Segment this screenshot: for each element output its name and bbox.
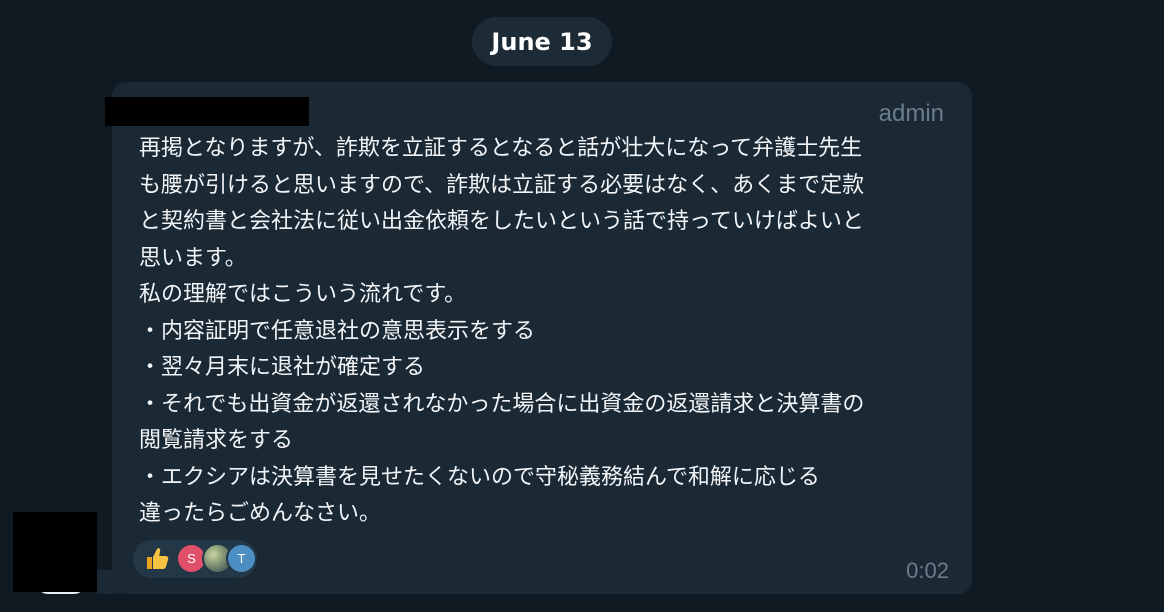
sender-name-redacted: [105, 97, 309, 126]
date-separator[interactable]: June 13: [472, 17, 612, 66]
avatar-redacted[interactable]: [13, 512, 97, 592]
reactor-avatar-t[interactable]: T: [226, 543, 257, 574]
sender-role-label: admin: [878, 100, 944, 127]
message-timestamp: 0:02: [906, 558, 949, 583]
message-line: ・エクシアは決算書を見せたくないので守秘義務結んで和解に応じる: [139, 464, 820, 490]
chat-area: June 13 admin 再掲となりますが、詐欺を立証するとなると話が壮大にな…: [0, 0, 1164, 612]
message-line: 私の理解ではこういう流れです。: [139, 282, 467, 307]
message-line: 思います。: [139, 245, 247, 271]
message-line: ・内容証明で任意退社の意思表示をする: [139, 318, 536, 344]
message-line: 再掲となりますが、詐欺を立証するとなると話が壮大になって弁護士先生: [139, 136, 863, 161]
message-line: ・それでも出資金が返還されなかった場合に出資金の返還請求と決算書の: [139, 391, 865, 417]
message-line: 違ったらごめんなさい。: [139, 501, 382, 526]
thumbs-up-icon[interactable]: [143, 545, 171, 573]
message-line: と契約書と会社法に従い出金依頼をしたいという話で持っていけばよいと: [139, 209, 864, 234]
message-text: 再掲となりますが、詐欺を立証するとなると話が壮大になって弁護士先生 も腰が引ける…: [139, 131, 959, 533]
message-line: ・翌々月末に退社が確定する: [139, 355, 426, 380]
message-line: 閲覧請求をする: [139, 428, 294, 453]
message-line: も腰が引けると思いますので、詐欺は立証する必要はなく、あくまで定款: [139, 172, 865, 198]
